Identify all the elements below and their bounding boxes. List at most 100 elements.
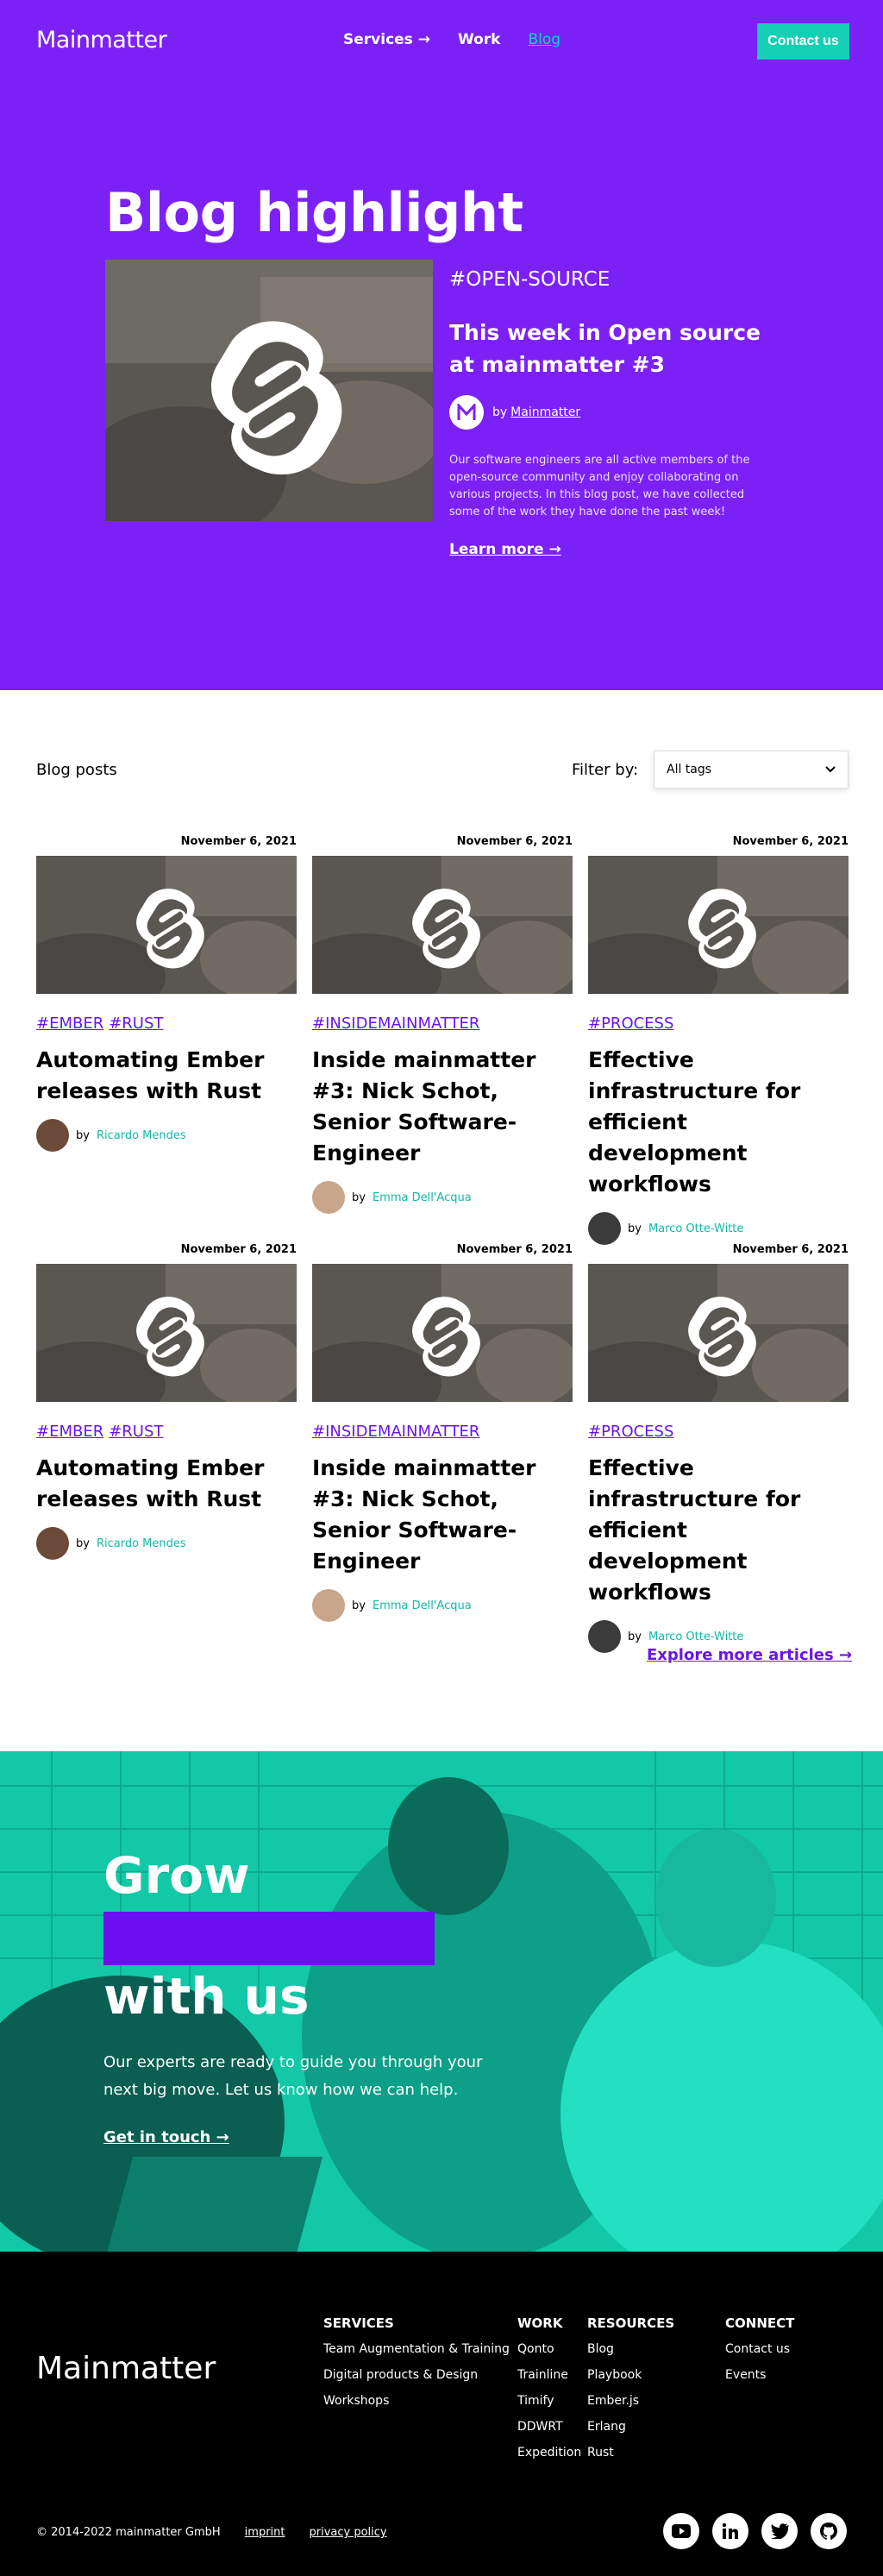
- github-icon[interactable]: [811, 2513, 847, 2549]
- footer-col-work: WORK Qonto Trainline Timify DDWRT Expedi…: [517, 2315, 581, 2466]
- footer-link[interactable]: Expedition: [517, 2440, 581, 2466]
- post-date: November 6, 2021: [180, 1243, 297, 1256]
- footer-link[interactable]: Digital products & Design: [323, 2362, 510, 2388]
- footer-bottom: © 2014-2022 mainmatter GmbH imprint priv…: [36, 2526, 387, 2539]
- by-label: by: [76, 1536, 90, 1550]
- blog-card[interactable]: November 6, 2021 #PROCESS Effective infr…: [562, 835, 855, 1245]
- blog-card[interactable]: November 6, 2021 #EMBER #RUST Automating …: [10, 1243, 304, 1560]
- post-author: by Emma Dell'Acqua: [312, 1181, 573, 1214]
- grow-highlight-bar: [103, 1912, 435, 1965]
- post-tags: #EMBER #RUST: [36, 1015, 297, 1033]
- footer-link[interactable]: Timify: [517, 2388, 581, 2414]
- footer-col-services: SERVICES Team Augmentation & Training Di…: [323, 2315, 510, 2414]
- avatar: [312, 1589, 345, 1622]
- post-thumbnail[interactable]: [562, 856, 855, 1020]
- post-author: by Marco Otte-Witte: [588, 1212, 849, 1245]
- highlight-image[interactable]: [105, 260, 433, 521]
- nav-blog[interactable]: Blog: [528, 31, 560, 48]
- post-title[interactable]: Inside mainmatter #3: Nick Schot, Senior…: [312, 1453, 573, 1577]
- post-title[interactable]: Effective infrastructure for efficient d…: [588, 1045, 849, 1200]
- blog-posts-heading: Blog posts: [36, 761, 117, 779]
- tag-link[interactable]: #EMBER: [36, 1015, 103, 1033]
- footer-link[interactable]: Playbook: [587, 2362, 674, 2388]
- footer-col-resources: RESOURCES Blog Playbook Ember.js Erlang …: [587, 2315, 674, 2466]
- linkedin-icon[interactable]: [712, 2513, 748, 2549]
- arrow-right-icon: →: [216, 2128, 229, 2146]
- footer-link[interactable]: DDWRT: [517, 2414, 581, 2440]
- imprint-link[interactable]: imprint: [245, 2526, 285, 2539]
- tag-link[interactable]: #EMBER: [36, 1423, 103, 1441]
- nav-work[interactable]: Work: [458, 31, 501, 48]
- post-thumbnail[interactable]: [10, 856, 304, 1020]
- author-name[interactable]: Ricardo Mendes: [97, 1537, 186, 1550]
- post-thumbnail[interactable]: [286, 1264, 579, 1428]
- tag-link[interactable]: #RUST: [109, 1423, 163, 1441]
- footer-link[interactable]: Ember.js: [587, 2388, 674, 2414]
- youtube-icon[interactable]: [663, 2513, 699, 2549]
- post-title[interactable]: Automating Ember releases with Rust: [36, 1045, 297, 1107]
- tag-link[interactable]: #PROCESS: [588, 1423, 673, 1441]
- author-name[interactable]: Emma Dell'Acqua: [373, 1599, 472, 1612]
- footer-link[interactable]: Trainline: [517, 2362, 581, 2388]
- author-name[interactable]: Ricardo Mendes: [97, 1129, 186, 1142]
- highlight-tag[interactable]: #OPEN-SOURCE: [449, 268, 610, 291]
- tag-link[interactable]: #PROCESS: [588, 1015, 673, 1033]
- contact-us-button[interactable]: Contact us: [757, 23, 849, 60]
- footer-link[interactable]: Workshops: [323, 2388, 510, 2414]
- author-name[interactable]: Marco Otte-Witte: [648, 1222, 743, 1235]
- footer-link[interactable]: Events: [725, 2362, 794, 2388]
- brand-logo[interactable]: Mainmatter: [36, 27, 167, 53]
- post-thumbnail[interactable]: [286, 856, 579, 1020]
- post-thumbnail[interactable]: [562, 1264, 855, 1428]
- learn-more-label: Learn more: [449, 541, 544, 558]
- tag-link[interactable]: #INSIDEMAINMATTER: [312, 1015, 479, 1033]
- footer-link[interactable]: Team Augmentation & Training: [323, 2336, 510, 2362]
- blog-card[interactable]: November 6, 2021 #PROCESS Effective infr…: [562, 1243, 855, 1653]
- social-links: [663, 2513, 847, 2549]
- post-date: November 6, 2021: [180, 835, 297, 848]
- tag-link[interactable]: #RUST: [109, 1015, 163, 1033]
- post-title[interactable]: Inside mainmatter #3: Nick Schot, Senior…: [312, 1045, 573, 1169]
- author-name[interactable]: Marco Otte-Witte: [648, 1630, 743, 1643]
- footer-link[interactable]: Rust: [587, 2440, 674, 2466]
- blog-card[interactable]: November 6, 2021 #INSIDEMAINMATTER Insid…: [286, 1243, 579, 1622]
- post-tags: #PROCESS: [588, 1015, 849, 1033]
- learn-more-link[interactable]: Learn more →: [449, 541, 561, 558]
- explore-more-link[interactable]: Explore more articles →: [647, 1646, 852, 1664]
- get-in-touch-link[interactable]: Get in touch →: [103, 2128, 229, 2146]
- post-author: by Ricardo Mendes: [36, 1527, 297, 1560]
- blog-card[interactable]: November 6, 2021 #EMBER #RUST Automating …: [10, 835, 304, 1152]
- avatar: [312, 1181, 345, 1214]
- author-name[interactable]: Emma Dell'Acqua: [373, 1191, 472, 1204]
- footer-col-title: SERVICES: [323, 2315, 394, 2331]
- blog-card[interactable]: November 6, 2021 #INSIDEMAINMATTER Insid…: [286, 835, 579, 1214]
- privacy-policy-link[interactable]: privacy policy: [310, 2526, 387, 2539]
- post-title[interactable]: Automating Ember releases with Rust: [36, 1453, 297, 1515]
- by-label: by: [352, 1599, 366, 1612]
- twitter-icon[interactable]: [761, 2513, 798, 2549]
- highlight-description: Our software engineers are all active me…: [449, 454, 750, 518]
- footer-link[interactable]: Blog: [587, 2336, 674, 2362]
- grow-description: Our experts are ready to guide you throu…: [103, 2053, 483, 2099]
- post-title[interactable]: Effective infrastructure for efficient d…: [588, 1453, 849, 1608]
- highlight-title[interactable]: This week in Open source at mainmatter #…: [449, 317, 777, 380]
- post-thumbnail[interactable]: [10, 1264, 304, 1428]
- nav-links: Services → Work Blog: [343, 31, 560, 48]
- nav-services[interactable]: Services →: [343, 31, 430, 48]
- footer-link[interactable]: Qonto: [517, 2336, 581, 2362]
- by-label: by: [628, 1630, 642, 1643]
- get-in-touch-label: Get in touch: [103, 2128, 211, 2146]
- footer-logo[interactable]: Mainmatter: [36, 2351, 216, 2386]
- footer-link[interactable]: Erlang: [587, 2414, 674, 2440]
- post-author: by Ricardo Mendes: [36, 1119, 297, 1152]
- mainmatter-avatar: [449, 395, 484, 430]
- tag-filter-select[interactable]: All tags: [654, 751, 849, 789]
- footer-link[interactable]: Contact us: [725, 2336, 794, 2362]
- post-date: November 6, 2021: [732, 835, 849, 848]
- nav-services-label: Services: [343, 31, 413, 48]
- by-label: by: [76, 1128, 90, 1142]
- tag-link[interactable]: #INSIDEMAINMATTER: [312, 1423, 479, 1441]
- highlight-author-name[interactable]: Mainmatter: [510, 405, 580, 419]
- avatar: [588, 1620, 621, 1653]
- copyright: © 2014-2022 mainmatter GmbH: [36, 2526, 221, 2539]
